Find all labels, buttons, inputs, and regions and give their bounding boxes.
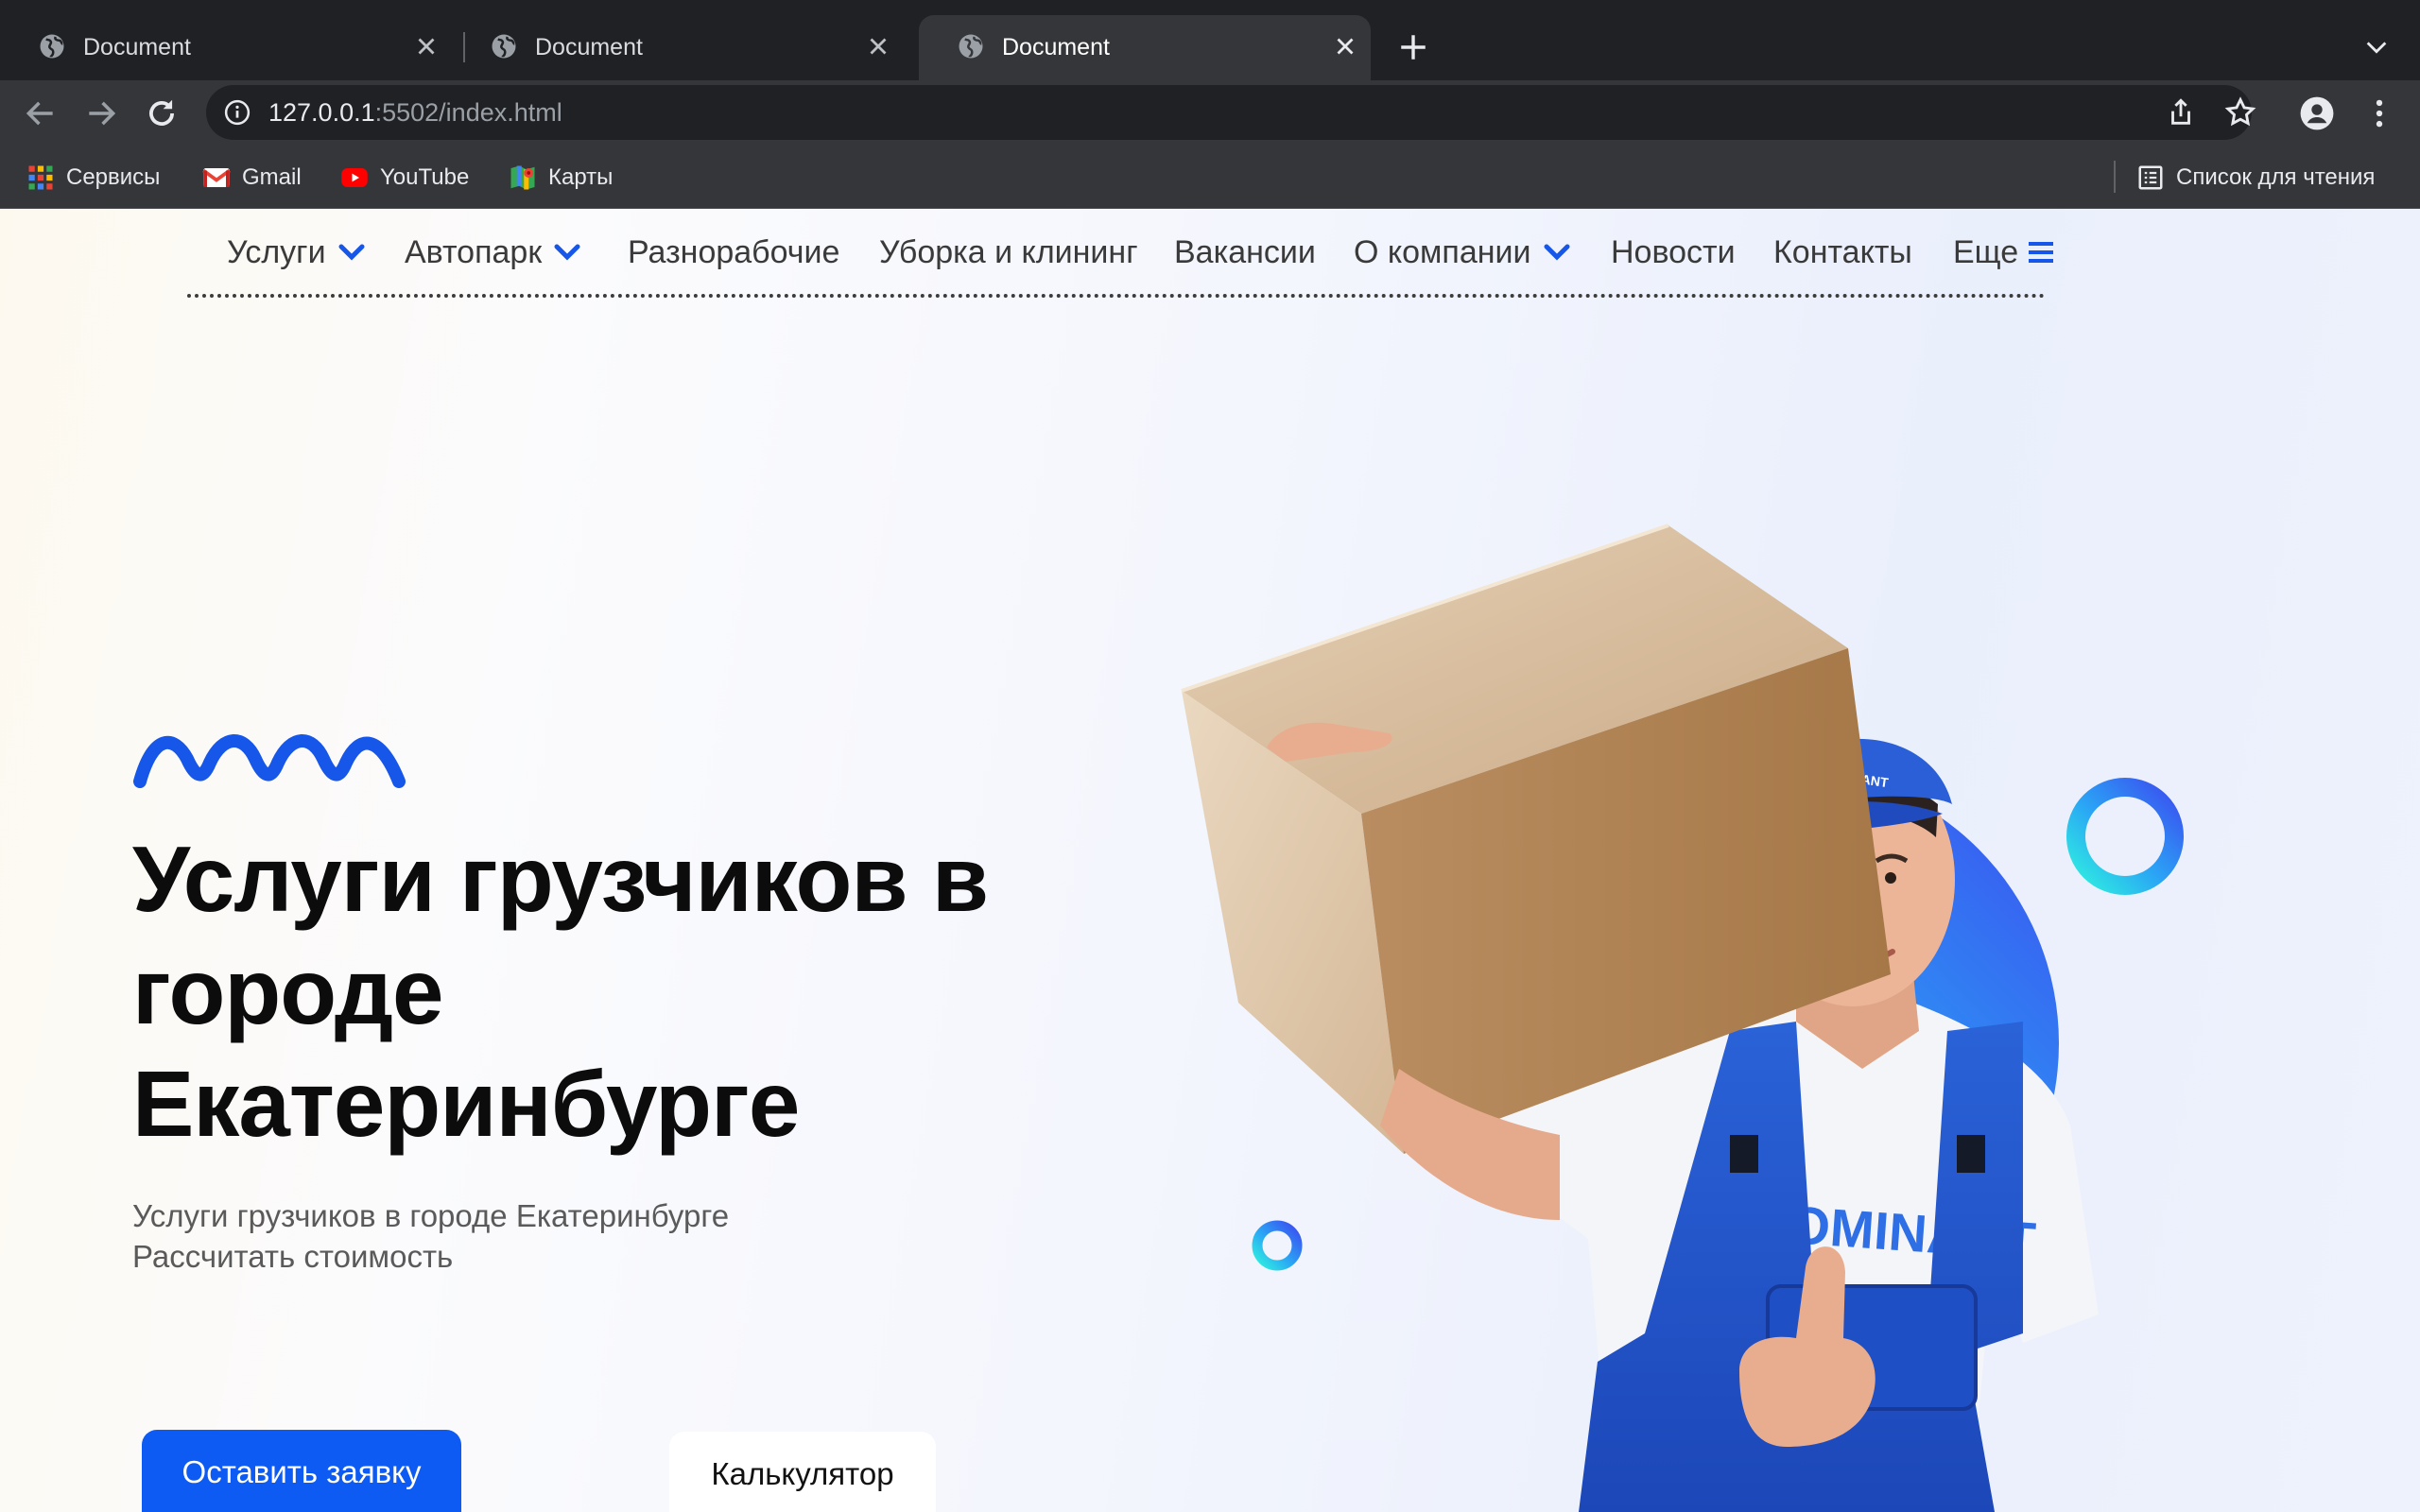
hero-title-line: Екатеринбурге: [132, 1052, 800, 1156]
gmail-icon: [202, 168, 231, 187]
nav-item-laborers[interactable]: Разнорабочие: [628, 233, 839, 271]
close-tab-icon[interactable]: [864, 32, 892, 60]
nav-label: Уборка и клининг: [879, 233, 1138, 270]
browser-toolbar: 127.0.0.1:5502/index.html: [0, 80, 2420, 146]
reload-icon[interactable]: [144, 95, 180, 131]
globe-icon: [959, 34, 983, 59]
back-arrow-icon[interactable]: [23, 95, 59, 131]
calculator-button[interactable]: Калькулятор: [669, 1432, 936, 1512]
bookmark-label: YouTube: [380, 164, 470, 190]
hero-subtitle: Услуги грузчиков в городе Екатеринбурге …: [132, 1195, 889, 1277]
decorative-ring-large: [2066, 778, 2184, 895]
close-tab-icon[interactable]: [412, 32, 441, 60]
main-navigation: Услуги Автопарк Разнорабочие Уборка и кл…: [187, 209, 2054, 298]
address-bar[interactable]: 127.0.0.1:5502/index.html: [206, 85, 2256, 140]
hero-title-line: Услуги грузчиков в: [132, 827, 989, 931]
hamburger-menu-icon: [2029, 242, 2054, 263]
nav-label: Еще: [1953, 233, 2019, 270]
tab-title: Document: [1002, 34, 1110, 60]
chevron-down-icon: [1544, 244, 1570, 261]
url-text: 127.0.0.1:5502/index.html: [268, 96, 562, 129]
web-page: Услуги Автопарк Разнорабочие Уборка и кл…: [0, 209, 2420, 1512]
bookmark-label: Gmail: [242, 164, 302, 190]
nav-item-news[interactable]: Новости: [1611, 233, 1736, 271]
reading-list-label: Список для чтения: [2176, 164, 2376, 190]
chevron-down-icon: [338, 244, 365, 261]
bookmark-youtube[interactable]: YouTube: [340, 162, 469, 194]
submit-request-button[interactable]: Оставить заявку: [142, 1430, 461, 1512]
hero-subtitle-line: Услуги грузчиков в городе Екатеринбурге: [132, 1198, 730, 1233]
bookmark-label: Карты: [548, 164, 614, 190]
apps-grid-icon: [28, 165, 53, 190]
decorative-ring-small: [1252, 1220, 1303, 1271]
bookmark-apps[interactable]: Сервисы: [26, 162, 160, 194]
youtube-icon: [341, 168, 368, 187]
tab-title: Document: [83, 34, 191, 60]
close-tab-icon[interactable]: [1331, 32, 1359, 60]
hero-illustration: DOMINANT DOMINANT: [1181, 524, 2184, 1512]
nav-label: Контакты: [1773, 233, 1912, 270]
url-path: :5502/index.html: [374, 98, 562, 127]
new-tab-plus-icon[interactable]: [1397, 31, 1429, 63]
bookmarks-bar: Сервисы Gmail YouTube Карты Список для ч…: [0, 146, 2420, 209]
browser-tab-3-active[interactable]: Document: [919, 15, 1371, 80]
nav-item-more[interactable]: Еще: [1953, 233, 2054, 271]
hero-title-line: городе: [132, 939, 444, 1043]
nav-label: Разнорабочие: [628, 233, 840, 270]
bookmark-star-icon[interactable]: [2223, 95, 2257, 129]
reading-list-icon: [2138, 165, 2163, 190]
url-host: 127.0.0.1: [268, 98, 375, 127]
nav-item-vacancies[interactable]: Вакансии: [1174, 233, 1316, 271]
nav-label: О компании: [1354, 233, 1531, 270]
nav-item-contacts[interactable]: Контакты: [1773, 233, 1912, 271]
tab-search-chevron-icon[interactable]: [2361, 34, 2392, 60]
nav-item-about[interactable]: О компании: [1354, 233, 1571, 271]
bookmark-gmail[interactable]: Gmail: [202, 162, 302, 194]
globe-icon: [492, 34, 516, 59]
nav-label: Новости: [1611, 233, 1736, 270]
forward-arrow-icon[interactable]: [83, 95, 119, 131]
reading-list-button[interactable]: Список для чтения: [2136, 162, 2375, 194]
decorative-wave-icon: [133, 734, 406, 788]
browser-tab-strip: Document Document Document: [0, 0, 2420, 80]
nav-item-cleaning[interactable]: Уборка и клининг: [879, 233, 1138, 271]
hero-title: Услуги грузчиков в городе Екатеринбурге: [132, 823, 1059, 1160]
globe-icon: [40, 34, 64, 59]
kebab-menu-icon[interactable]: [2361, 95, 2397, 131]
bookmark-label: Сервисы: [66, 164, 161, 190]
nav-item-fleet[interactable]: Автопарк: [405, 233, 581, 271]
nav-label: Автопарк: [405, 233, 543, 270]
site-info-icon[interactable]: [223, 98, 251, 127]
tab-title: Document: [535, 34, 643, 60]
nav-item-services[interactable]: Услуги: [227, 233, 366, 271]
hero-subtitle-line: Рассчитать стоимость: [132, 1239, 454, 1274]
nav-label: Услуги: [227, 233, 326, 270]
share-icon[interactable]: [2165, 96, 2197, 129]
nav-label: Вакансии: [1174, 233, 1316, 270]
maps-icon: [510, 165, 535, 190]
chevron-down-icon: [554, 244, 580, 261]
bookmark-maps[interactable]: Карты: [509, 162, 613, 194]
browser-tab-1[interactable]: Document: [0, 15, 452, 80]
bookmarks-divider: [2114, 161, 2116, 193]
profile-avatar-icon[interactable]: [2299, 95, 2335, 131]
browser-tab-2[interactable]: Document: [452, 15, 904, 80]
